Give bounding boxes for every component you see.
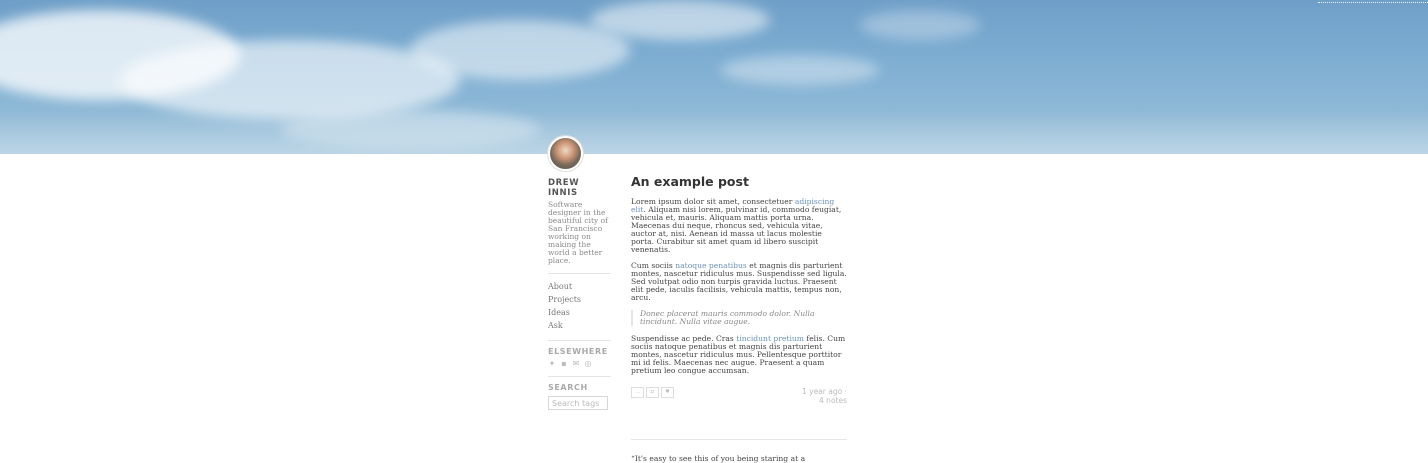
mail-icon[interactable]: ✉ (572, 360, 580, 368)
post-quote: Donec placerat mauris commodo dolor. Nul… (631, 310, 847, 326)
nav-item-about[interactable]: About (548, 280, 612, 293)
post-notes[interactable]: 4 notes (802, 396, 847, 405)
divider (548, 340, 611, 341)
post-divider (631, 439, 847, 440)
main-nav: About Projects Ideas Ask (548, 280, 612, 332)
header-photo (0, 0, 1428, 154)
header-haze (0, 112, 1428, 154)
nav-item-ideas[interactable]: Ideas (548, 306, 612, 319)
twitter-icon[interactable]: ✦ (548, 360, 556, 368)
post-paragraph: Cum sociis natoque penatibus et magnis d… (631, 262, 847, 302)
like-icon[interactable]: ♥ (661, 387, 674, 398)
nav-item-ask[interactable]: Ask (548, 319, 612, 332)
post-title[interactable]: An example post (631, 174, 847, 189)
tumblr-controls[interactable] (1318, 2, 1428, 7)
reblog-icon[interactable]: ⇄ (646, 387, 659, 398)
facebook-icon[interactable]: ▪ (560, 360, 568, 368)
nav-item-projects[interactable]: Projects (548, 293, 612, 306)
dribbble-icon[interactable]: ◎ (584, 360, 592, 368)
sidebar: DREW INNIS Software designer in the beau… (548, 136, 612, 410)
post-paragraph: Lorem ipsum dolor sit amet, consectetuer… (631, 198, 847, 254)
paragraph-text: . Aliquam nisi lorem, pulvinar id, commo… (631, 205, 842, 254)
elsewhere-title: ELSEWHERE (548, 347, 608, 356)
search-input[interactable]: Search tags (548, 396, 608, 410)
search-title: SEARCH (548, 383, 588, 392)
post-time[interactable]: 1 year ago · (802, 387, 847, 396)
post-timestamp[interactable]: 1 year ago · 4 notes (802, 387, 847, 405)
social-links: ✦ ▪ ✉ ◎ (548, 360, 612, 368)
post-meta: … ⇄ ♥ 1 year ago · 4 notes (631, 387, 847, 407)
author-name[interactable]: DREW INNIS (548, 178, 612, 198)
divider (548, 376, 611, 377)
avatar[interactable] (548, 136, 583, 171)
author-bio: Software designer in the beautiful city … (548, 200, 608, 265)
next-post-preview: “It's easy to see this of you being star… (631, 455, 806, 463)
post: An example post Lorem ipsum dolor sit am… (631, 174, 847, 407)
permalink-icon[interactable]: … (631, 387, 644, 398)
share-icons: … ⇄ ♥ (631, 387, 674, 398)
post-paragraph: Suspendisse ac pede. Cras tincidunt pret… (631, 335, 847, 375)
divider (548, 273, 611, 274)
